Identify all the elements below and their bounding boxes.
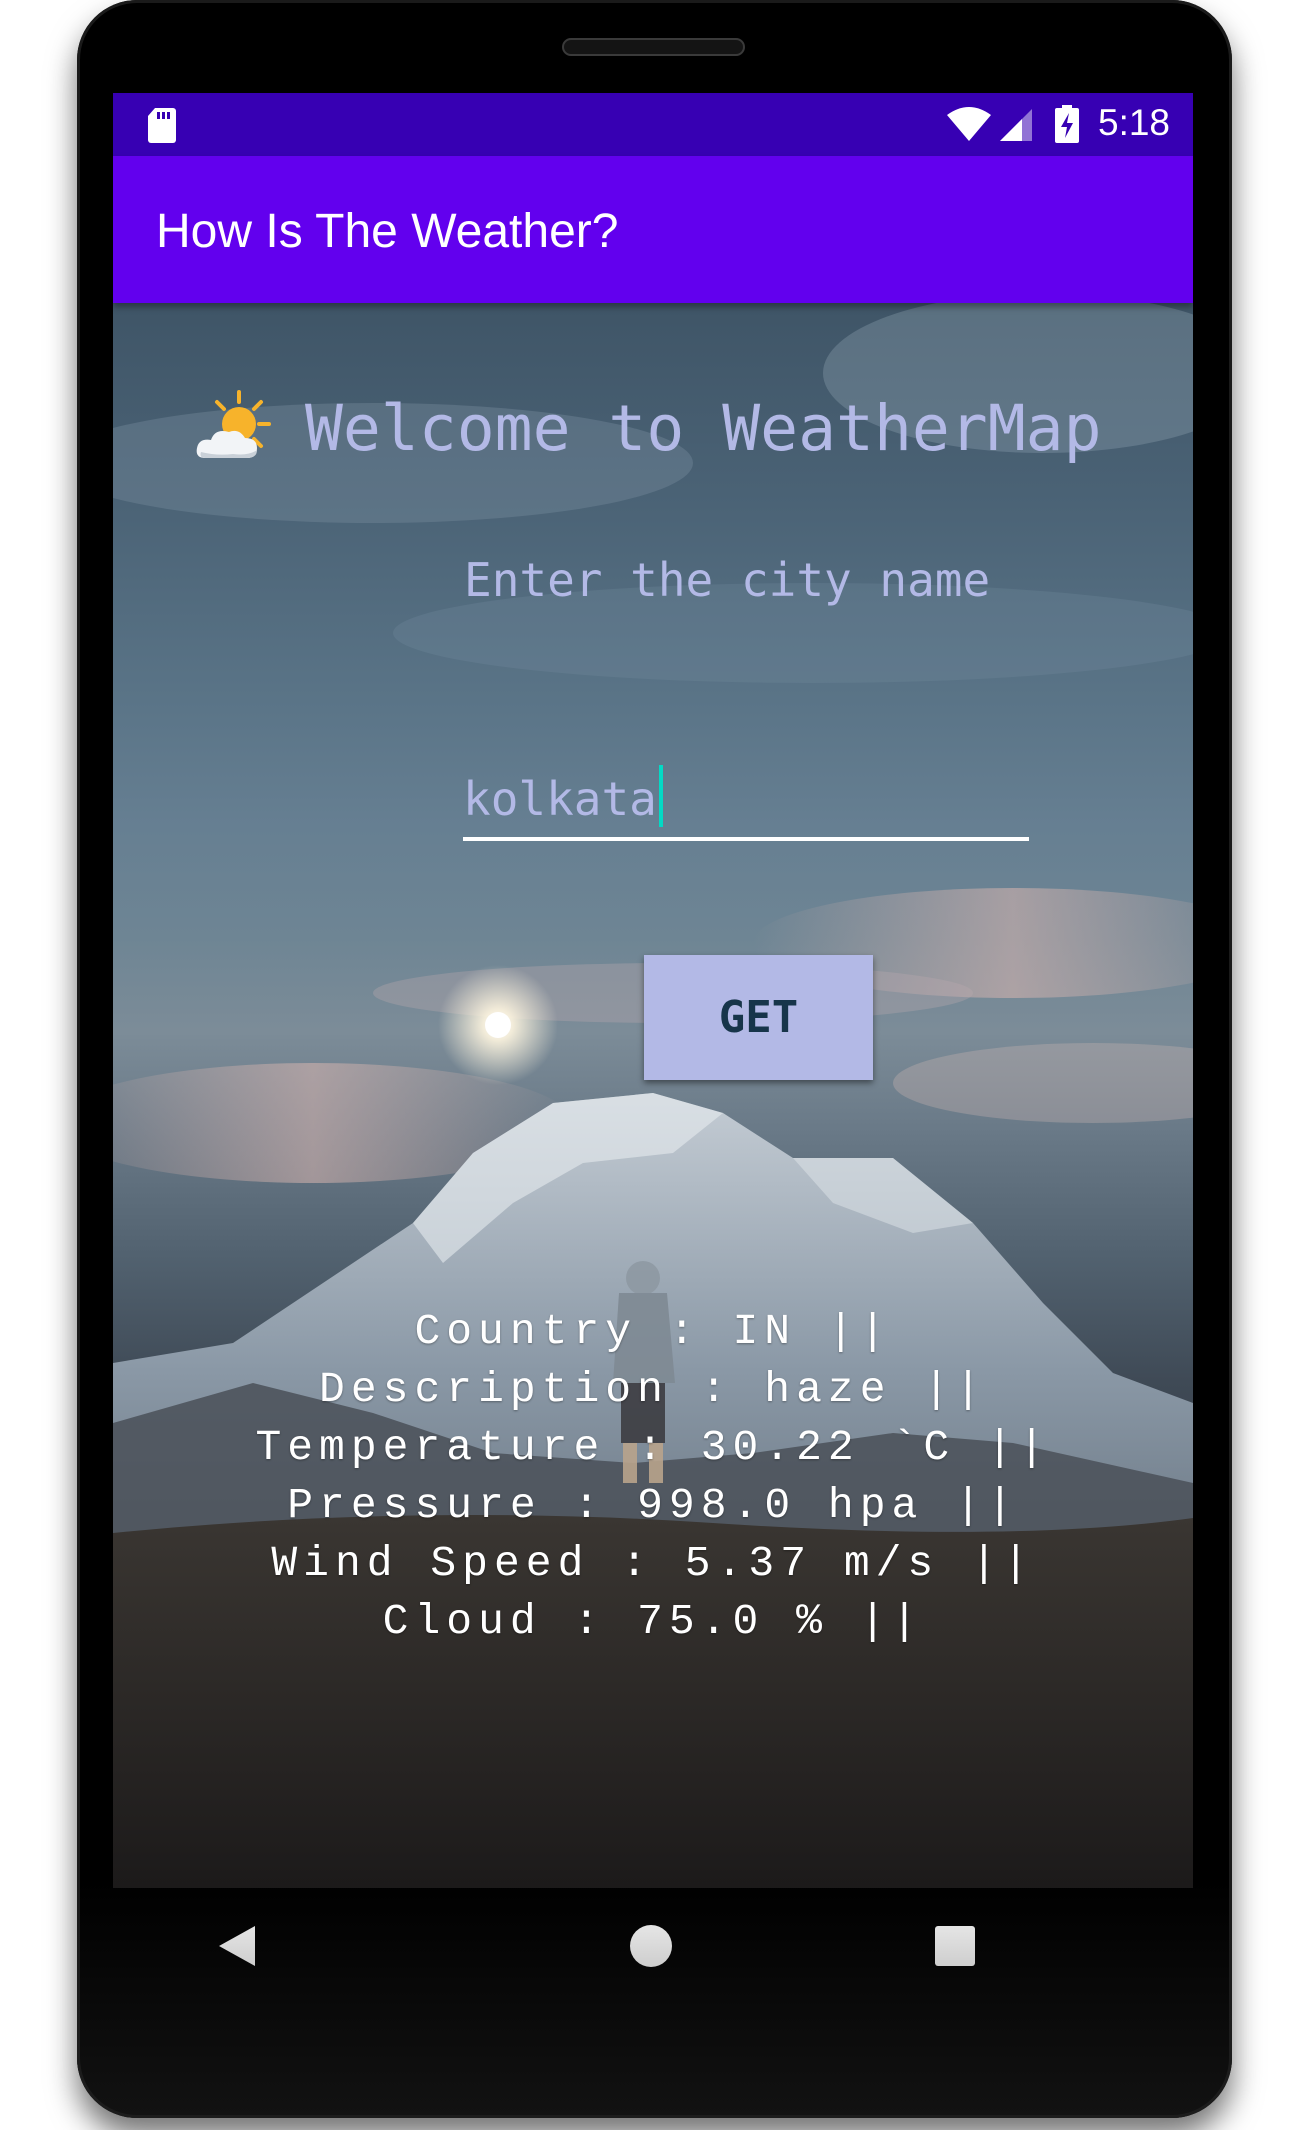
app-title: How Is The Weather? [156, 205, 619, 258]
sun-behind-cloud-icon [196, 390, 271, 458]
get-button[interactable]: GET [644, 955, 873, 1080]
city-input[interactable]: kolkata [463, 761, 1029, 841]
welcome-header: Welcome to WeatherMap [193, 383, 1102, 473]
main-content: Welcome to WeatherMap Enter the city nam… [113, 303, 1193, 1888]
status-time: 5:18 [1098, 102, 1171, 143]
result-description: Description : haze || [319, 1365, 987, 1414]
app-bar: How Is The Weather? [113, 156, 1193, 303]
text-cursor [658, 765, 663, 827]
sd-card-icon [148, 108, 176, 143]
phone-speaker [562, 38, 745, 56]
status-bar: 5:18 [113, 93, 1193, 156]
back-icon[interactable] [215, 1924, 259, 1968]
city-input-value[interactable]: kolkata [463, 765, 663, 827]
home-icon[interactable] [629, 1924, 673, 1968]
recents-icon[interactable] [935, 1926, 975, 1966]
city-input-underline [463, 837, 1029, 841]
city-prompt-label: Enter the city name [464, 553, 991, 607]
result-country: Country : IN || [414, 1307, 892, 1356]
signal-icon [1000, 109, 1032, 141]
weather-results: Country : IN || Description : haze || Te… [113, 1303, 1193, 1651]
result-wind-speed: Wind Speed : 5.37 m/s || [271, 1539, 1035, 1588]
result-pressure: Pressure : 998.0 hpa || [287, 1481, 1019, 1530]
welcome-title: Welcome to WeatherMap [305, 391, 1102, 465]
device-screen: 5:18 How Is The Weather? Welcome to Weat… [113, 93, 1193, 1888]
result-temperature: Temperature : 30.22 `C || [255, 1423, 1051, 1472]
battery-charging-icon [1055, 105, 1079, 143]
result-cloud: Cloud : 75.0 % || [382, 1597, 924, 1646]
wifi-icon [947, 107, 991, 141]
